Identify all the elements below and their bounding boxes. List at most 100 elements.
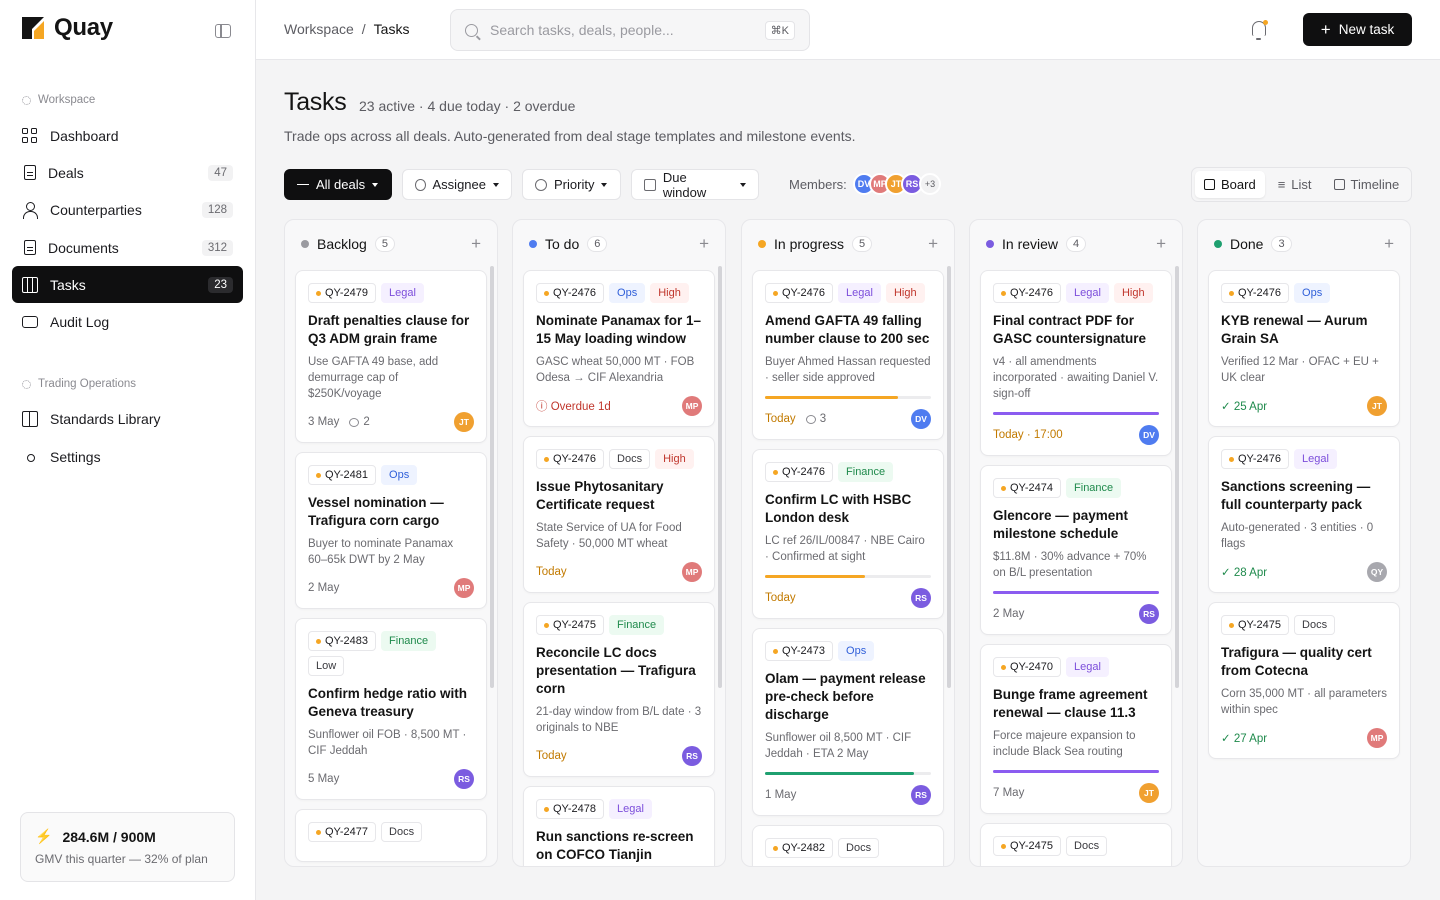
add-card-icon[interactable]: + [1384, 234, 1394, 254]
due-date: Today [765, 413, 796, 425]
assignee-avatar[interactable]: RS [911, 785, 931, 805]
task-card[interactable]: QY-2482DocsCompile Q2 audit pack for [752, 825, 944, 866]
section-dot-icon [22, 379, 31, 389]
sidebar-item-dashboard[interactable]: Dashboard [12, 117, 243, 154]
task-card[interactable]: QY-2479 Legal Draft penalties clause for Q… [295, 270, 487, 443]
progress-fill [765, 772, 915, 775]
search-input[interactable]: Search tasks, deals, people... ⌘K [450, 9, 810, 51]
sidebar-item-label: Audit Log [50, 313, 110, 330]
sidebar-item-audit-log[interactable]: Audit Log [12, 303, 243, 340]
task-card[interactable]: QY-2476 Ops KYB renewal — Aurum Grain SA Ve… [1208, 270, 1400, 427]
card-description: 21-day window from B/L date · 3 original… [536, 706, 702, 734]
task-id: QY-2476 [1221, 283, 1290, 303]
assignee-avatar[interactable]: MP [682, 396, 702, 416]
card-tags: QY-2474 Finance [993, 478, 1159, 498]
column-scrollbar[interactable] [1175, 266, 1179, 688]
tag-legal: Legal [1066, 283, 1109, 303]
assignee-avatar[interactable]: DV [1139, 425, 1159, 445]
task-card[interactable]: QY-2476 Legal High Amend GAFTA 49 falling n… [752, 270, 944, 440]
sidebar-item-label: Counterparties [50, 201, 142, 218]
add-card-icon[interactable]: + [471, 234, 481, 254]
assignee-avatar[interactable]: JT [1139, 783, 1159, 803]
assignee-avatar[interactable]: RS [911, 588, 931, 608]
task-card[interactable]: QY-2470 Legal Bunge frame agreement renewa… [980, 644, 1172, 814]
task-card[interactable]: QY-2481 Ops Vessel nomination — Trafigura … [295, 452, 487, 609]
tag-high: High [650, 283, 689, 303]
priority-filter[interactable]: Priority [522, 169, 621, 200]
due-window-filter[interactable]: Due window [631, 169, 759, 200]
assignee-avatar[interactable]: RS [454, 769, 474, 789]
column-scrollbar[interactable] [490, 266, 494, 688]
chevron-down-icon [740, 182, 746, 187]
assignee-avatar[interactable]: MP [454, 578, 474, 598]
column-scrollbar[interactable] [947, 266, 951, 688]
view-board[interactable]: Board [1195, 171, 1265, 198]
task-card[interactable]: QY-2476 Legal Sanctions screening — full c… [1208, 436, 1400, 593]
task-card[interactable]: QY-2473 Ops Olam — payment release pre-che… [752, 628, 944, 816]
sidebar-item-settings[interactable]: Settings [12, 438, 243, 475]
card-footer: 2 May MP [308, 578, 474, 598]
task-card[interactable]: QY-2478 Legal Run sanctions re-screen on C… [523, 786, 715, 866]
calendar-icon [644, 178, 656, 191]
add-card-icon[interactable]: + [1156, 234, 1166, 254]
sidebar-collapse-icon[interactable] [215, 24, 231, 38]
sidebar-item-standards-library[interactable]: Standards Library [12, 400, 243, 437]
column-scrollbar[interactable] [718, 266, 722, 688]
task-card[interactable]: QY-2474 Finance Glencore — payment milesto… [980, 465, 1172, 635]
comment-count-value: 2 [363, 416, 370, 428]
deals-icon [24, 165, 36, 180]
assignee-filter[interactable]: Assignee [402, 169, 512, 200]
comment-count: 3 [805, 413, 826, 425]
column-status-dot [529, 240, 537, 248]
task-card[interactable]: QY-2475 Docs [980, 823, 1172, 866]
assignee-avatar[interactable]: RS [682, 746, 702, 766]
more-members-badge[interactable]: +3 [919, 173, 941, 195]
add-card-icon[interactable]: + [699, 234, 709, 254]
assignee-avatar[interactable]: DV [911, 409, 931, 429]
assignee-avatar[interactable]: JT [454, 412, 474, 432]
assignee-avatar[interactable]: QY [1367, 562, 1387, 582]
all-deals-filter[interactable]: All deals [284, 169, 392, 200]
sidebar-item-tasks[interactable]: Tasks 23 [12, 266, 243, 303]
view-timeline[interactable]: Timeline [1325, 171, 1409, 198]
column-count: 5 [374, 236, 395, 252]
view-switcher: Board ≡ List Timeline [1191, 167, 1412, 202]
task-id: QY-2481 [308, 465, 377, 485]
task-card[interactable]: QY-2476 Finance Confirm LC with HSBC Londo… [752, 449, 944, 619]
card-footer: 2 May RS [993, 604, 1159, 624]
sidebar-item-documents[interactable]: Documents 312 [12, 229, 243, 266]
card-tags: QY-2470 Legal [993, 657, 1159, 677]
app-logo[interactable]: Quay [22, 14, 113, 42]
assignee-avatar[interactable]: JT [1367, 396, 1387, 416]
sidebar-item-counterparties[interactable]: Counterparties 128 [12, 191, 243, 228]
task-id: QY-2475 [536, 615, 605, 635]
task-card[interactable]: QY-2475 Docs Trafigura — quality cert from… [1208, 602, 1400, 759]
new-task-button[interactable]: + New task [1303, 13, 1412, 46]
column-status-dot [758, 240, 766, 248]
task-card[interactable]: QY-2475 Finance Reconcile LC docs presenta… [523, 602, 715, 777]
gmv-widget[interactable]: ⚡ 284.6M / 900M GMV this quarter — 32% of… [20, 812, 235, 882]
card-description: Buyer to nominate Panamax 60–65k DWT by … [308, 538, 454, 566]
task-card[interactable]: QY-2483 Finance Low Confirm hedge ratio wit… [295, 618, 487, 800]
card-description: Auto-generated · 3 entities · 0 flags [1221, 522, 1374, 550]
add-card-icon[interactable]: + [928, 234, 938, 254]
member-avatars[interactable]: DV MP JT RS +3 [853, 173, 941, 195]
column-status-dot [1214, 240, 1222, 248]
card-tags: QY-2483 Finance Low [308, 631, 474, 676]
assignee-avatar[interactable]: RS [1139, 604, 1159, 624]
task-id: QY-2475 [993, 836, 1062, 856]
card-tags: QY-2473 Ops [765, 641, 931, 661]
due-date: 1 May [765, 789, 797, 801]
task-card[interactable]: QY-2476 Docs High Issue Phytosanitary Certi… [523, 436, 715, 593]
breadcrumb-workspace[interactable]: Workspace [284, 21, 354, 37]
card-tags: QY-2478 Legal [536, 799, 702, 819]
assignee-avatar[interactable]: MP [1367, 728, 1387, 748]
sidebar-item-deals[interactable]: Deals 47 [12, 154, 243, 191]
card-footer: 5 May RS [308, 769, 474, 789]
sidebar-item-label: Documents [48, 239, 119, 256]
view-list[interactable]: ≡ List [1269, 171, 1321, 198]
task-card[interactable]: QY-2476 Ops High Nominate Panamax for 1–15 … [523, 270, 715, 427]
task-card[interactable]: QY-2476 Legal High Final contract PDF for G… [980, 270, 1172, 456]
assignee-avatar[interactable]: MP [682, 562, 702, 582]
task-card[interactable]: QY-2477 Docs [295, 809, 487, 862]
